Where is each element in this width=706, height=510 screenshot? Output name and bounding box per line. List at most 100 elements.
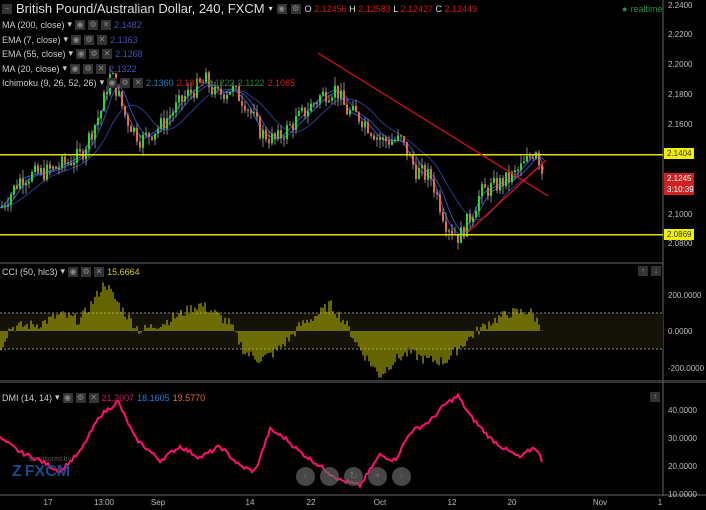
candle-body	[493, 177, 495, 184]
candle-body	[346, 104, 348, 115]
indicator-ma200[interactable]: MA (200, close) ▾ ◉ ⚙ ✕ 2.1482	[2, 19, 142, 30]
zoom-out-button[interactable]: −	[320, 467, 339, 486]
candle-body	[130, 125, 132, 133]
chart-title: − British Pound/Australian Dollar, 240, …	[2, 1, 477, 16]
candle-body	[523, 161, 525, 164]
dmi-move-button[interactable]: ↑	[650, 392, 660, 402]
candle-body	[169, 115, 171, 119]
candle-body	[55, 166, 57, 169]
candle-body	[313, 103, 315, 105]
zoom-in-button[interactable]: +	[368, 467, 387, 486]
candle-body	[73, 162, 75, 166]
high-value: 2.12583	[358, 3, 391, 14]
scroll-left-button[interactable]: ‹	[296, 467, 315, 486]
candle-body	[28, 181, 30, 184]
indicator-ma20[interactable]: MA (20, close) ▾ ◉ ⚙ ✕ 2.1322	[2, 63, 137, 74]
candle-body	[298, 111, 300, 116]
candle-body	[121, 91, 123, 107]
candle-body	[91, 133, 93, 140]
dmi-legend[interactable]: DMI (14, 14) ▾ ◉ ⚙ ✕ 21.2007 18.1605 19.577…	[2, 392, 205, 403]
candle-body	[124, 106, 126, 116]
candle-body	[268, 139, 270, 144]
candle-body	[340, 90, 342, 99]
candle-body	[151, 136, 153, 140]
cci-tick: 200.0000	[668, 291, 702, 300]
candle-body	[421, 164, 423, 169]
candle-body	[148, 132, 150, 137]
candle-body	[76, 148, 78, 163]
gear-icon[interactable]: ⚙	[290, 3, 301, 14]
candle-body	[502, 177, 504, 187]
candle-body	[535, 152, 537, 159]
reset-button[interactable]: ↻	[344, 467, 363, 486]
indicator-ichimoku[interactable]: Ichimoku (9, 26, 52, 26) ▾ ◉ ⚙ ✕ 2.1360 2.13…	[2, 77, 295, 88]
x-tick: 13:00	[93, 498, 115, 507]
candle-body	[292, 124, 294, 130]
candle-body	[157, 128, 159, 134]
candle-body	[193, 92, 195, 98]
candle-body	[118, 91, 120, 96]
candle-body	[316, 103, 318, 105]
candle-body	[376, 137, 378, 140]
candle-body	[451, 230, 453, 235]
candle-body	[397, 135, 399, 141]
candle-body	[79, 148, 81, 152]
price-tick: 2.1800	[668, 90, 693, 99]
candle-body	[259, 117, 261, 139]
candle-body	[475, 211, 477, 218]
candle-body	[43, 167, 45, 180]
indicator-ema55[interactable]: EMA (55, close) ▾ ◉ ⚙ ✕ 2.1268	[2, 48, 143, 59]
candle-body	[517, 169, 519, 171]
candle-body	[301, 107, 303, 112]
candle-body	[253, 112, 255, 114]
scroll-right-button[interactable]: ›	[392, 467, 411, 486]
price-tick: 2.1600	[668, 120, 693, 129]
candle-body	[448, 230, 450, 232]
price-tick: 2.2000	[668, 60, 693, 69]
candle-body	[7, 204, 9, 207]
candle-body	[88, 133, 90, 150]
eye-icon[interactable]: ◉	[276, 3, 287, 14]
candle-body	[13, 185, 15, 195]
x-tick: 20	[507, 498, 517, 507]
candle-body	[172, 112, 174, 116]
last-price-tag: 2.1245	[664, 173, 694, 184]
candle-body	[307, 111, 309, 117]
candle-body	[490, 183, 492, 196]
candle-body	[25, 183, 27, 186]
price-tick: 2.2200	[668, 30, 693, 39]
candle-body	[286, 125, 288, 140]
price-tick: 2.0800	[668, 239, 693, 248]
cci-move-buttons[interactable]: ↑ ↓	[638, 266, 661, 276]
cci-legend[interactable]: CCI (50, hlc3) ▾ ◉ ⚙ ✕ 15.6664	[2, 266, 140, 277]
countdown-tag: 3:10:39	[664, 184, 694, 195]
candle-body	[160, 118, 162, 129]
candle-body	[52, 166, 54, 169]
candle-body	[379, 137, 381, 141]
candle-body	[373, 135, 375, 140]
x-tick: Nov	[592, 498, 608, 507]
candle-body	[349, 110, 351, 115]
indicator-ema7[interactable]: EMA (7, close) ▾ ◉ ⚙ ✕ 2.1363	[2, 34, 138, 45]
candle-body	[262, 129, 264, 139]
candle-body	[418, 168, 420, 179]
symbol-label[interactable]: British Pound/Australian Dollar, 240, FX…	[16, 1, 265, 16]
candle-body	[34, 165, 36, 172]
candle-body	[400, 135, 402, 137]
candle-body	[295, 115, 297, 130]
collapse-icon[interactable]: −	[2, 3, 12, 14]
candle-body	[394, 140, 396, 142]
candle-body	[310, 103, 312, 112]
candle-body	[541, 165, 543, 174]
trend-line	[317, 52, 549, 197]
candle-body	[133, 127, 135, 133]
candle-body	[1, 206, 3, 208]
candle-body	[58, 167, 60, 169]
candle-body	[289, 124, 291, 126]
fxcm-logo[interactable]: Z FXCM	[12, 463, 70, 481]
candle-body	[19, 178, 21, 189]
sponsor-text: Sponsored by	[28, 456, 72, 463]
candle-body	[175, 102, 177, 113]
candle-body	[256, 112, 258, 118]
dmi-tick: 10.0000	[668, 490, 697, 499]
